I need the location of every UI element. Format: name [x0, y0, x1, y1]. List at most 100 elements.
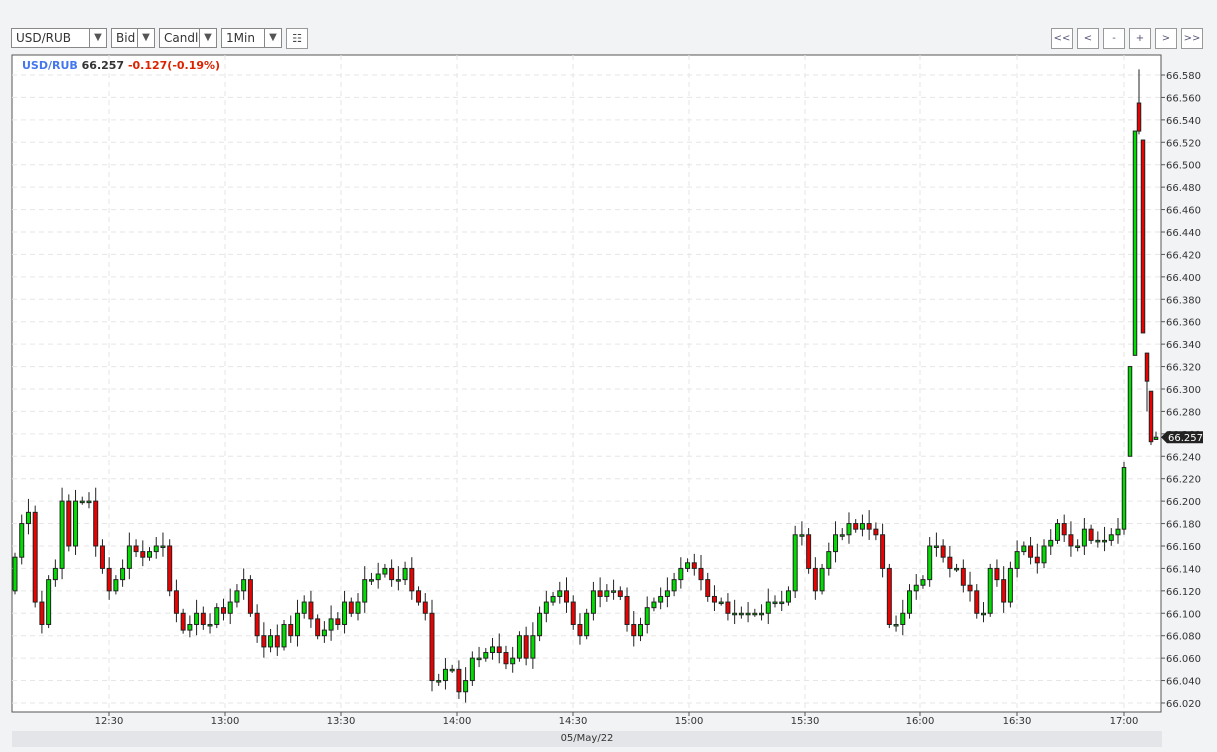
- candle-down: [288, 623, 294, 637]
- candle-up: [1041, 545, 1047, 564]
- y-tick-label: 66.300: [1166, 385, 1201, 396]
- candle-down: [99, 545, 105, 569]
- candle-down: [335, 618, 341, 625]
- candle-up: [436, 680, 442, 683]
- candle-up: [765, 601, 771, 614]
- candle-down: [1144, 352, 1150, 382]
- candle-down: [597, 590, 603, 597]
- candle-up: [658, 595, 664, 603]
- candle-down: [1148, 390, 1154, 443]
- candle-down: [940, 545, 946, 558]
- candle-up: [1048, 539, 1054, 547]
- candle-up: [651, 601, 657, 609]
- candle-up: [543, 601, 549, 614]
- candle-down: [812, 567, 818, 592]
- candle-down: [1068, 534, 1074, 547]
- candle-up: [893, 623, 899, 627]
- candle-down: [200, 612, 206, 625]
- candle-up: [395, 579, 401, 582]
- candle-down: [308, 601, 314, 620]
- candle-down: [1001, 579, 1007, 603]
- candle-up: [382, 567, 388, 575]
- candle-up: [268, 635, 274, 648]
- candle-down: [564, 590, 569, 603]
- candle-up: [1127, 366, 1133, 457]
- x-tick-label: 14:00: [443, 716, 472, 727]
- candle-up: [933, 545, 939, 548]
- y-tick-label: 66.200: [1166, 497, 1201, 508]
- candle-down: [1140, 139, 1146, 334]
- current-price-label: 66.257: [1168, 433, 1203, 444]
- candle-up: [328, 618, 334, 631]
- y-tick-label: 66.420: [1166, 250, 1201, 261]
- candle-up: [153, 545, 159, 553]
- candle-down: [409, 567, 415, 592]
- candle-down: [617, 590, 623, 597]
- candle-up: [214, 607, 220, 625]
- x-tick-label: 16:30: [1003, 716, 1032, 727]
- y-tick-label: 66.140: [1166, 564, 1201, 575]
- candle-up: [718, 601, 724, 605]
- candle-up: [1081, 528, 1087, 547]
- candle-down: [429, 612, 435, 682]
- candle-up: [79, 500, 85, 504]
- candle-down: [523, 635, 529, 659]
- candle-down: [247, 579, 253, 614]
- candle-down: [691, 562, 697, 569]
- candle-up: [442, 668, 448, 682]
- candle-down: [348, 601, 354, 614]
- candle-up: [1132, 130, 1138, 356]
- candle-up: [342, 601, 348, 625]
- x-tick-label: 12:30: [95, 716, 124, 727]
- candle-down: [725, 601, 731, 614]
- candle-up: [1021, 545, 1027, 553]
- candle-up: [113, 579, 119, 592]
- candle-up: [584, 612, 590, 637]
- candle-up: [913, 584, 919, 592]
- candle-up: [530, 635, 536, 659]
- candle-up: [510, 657, 516, 665]
- candle-down: [711, 595, 717, 603]
- y-tick-label: 66.220: [1166, 475, 1201, 486]
- candle-up: [900, 612, 906, 625]
- candle-up: [402, 567, 408, 581]
- candle-up: [73, 500, 79, 547]
- candle-up: [59, 500, 65, 569]
- candle-down: [254, 612, 260, 637]
- candle-up: [476, 657, 482, 661]
- date-bar[interactable]: 05/May/22: [12, 731, 1162, 747]
- candle-up: [859, 523, 865, 530]
- candle-up: [12, 556, 18, 592]
- candle-up: [294, 612, 300, 637]
- y-tick-label: 66.480: [1166, 183, 1201, 194]
- candle-down: [866, 523, 872, 530]
- y-tick-label: 66.400: [1166, 273, 1201, 284]
- candle-up: [644, 607, 650, 625]
- candle-down: [570, 601, 576, 625]
- candle-down: [315, 618, 321, 637]
- candle-up: [678, 567, 684, 581]
- candle-down: [698, 567, 704, 581]
- y-tick-label: 66.500: [1166, 161, 1201, 172]
- candle-up: [611, 590, 617, 593]
- candle-up: [241, 579, 247, 592]
- candle-up: [846, 523, 852, 536]
- candle-up: [785, 590, 791, 603]
- legend-last-price: 66.257: [81, 59, 125, 72]
- candle-down: [32, 511, 38, 603]
- candle-up: [234, 590, 240, 603]
- y-tick-label: 66.160: [1166, 542, 1201, 553]
- candle-up: [1007, 567, 1013, 603]
- candle-down: [577, 623, 583, 637]
- candle-up: [759, 612, 765, 616]
- x-tick-label: 13:00: [211, 716, 240, 727]
- candle-up: [685, 562, 691, 569]
- y-tick-label: 66.280: [1166, 407, 1201, 418]
- candle-up: [194, 612, 200, 625]
- candlestick-chart[interactable]: 66.020 66.040 66.060 66.080 66.100 66.120 66.1…: [0, 0, 1217, 752]
- candle-up: [590, 590, 596, 614]
- candle-up: [987, 567, 993, 614]
- candle-up: [920, 579, 926, 586]
- candle-down: [456, 668, 462, 693]
- candle-up: [980, 612, 986, 616]
